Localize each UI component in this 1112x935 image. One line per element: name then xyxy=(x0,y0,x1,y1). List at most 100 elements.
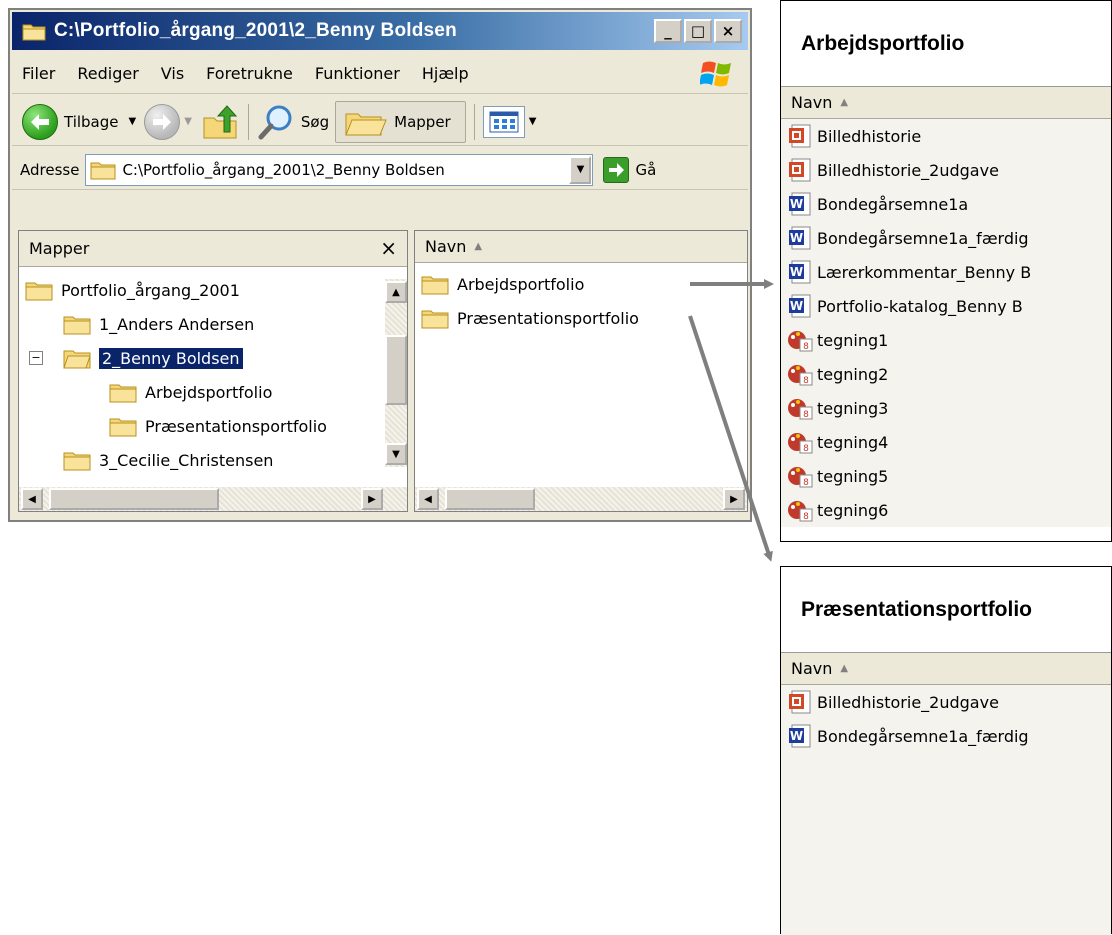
list-item-label: Billedhistorie xyxy=(817,126,922,146)
folders-toggle[interactable]: Mapper xyxy=(335,100,466,143)
list-item[interactable]: W Lærerkommentar_Benny B xyxy=(781,255,1111,289)
address-dropdown-icon[interactable]: ▼ xyxy=(569,155,592,184)
title-bar[interactable]: C:\Portfolio_årgang_2001\2_Benny Boldsen… xyxy=(12,12,748,50)
window-title: C:\Portfolio_årgang_2001\2_Benny Boldsen xyxy=(54,20,457,41)
tree-item[interactable]: 3_Cecilie_Christensen xyxy=(63,445,273,475)
tree-item[interactable]: Portfolio_årgang_2001 xyxy=(25,275,240,305)
file-list: Billedhistorie_2udgave W Bondegårsemne1a_f… xyxy=(781,685,1111,935)
toolbar-separator xyxy=(247,103,249,140)
panel-title: Arbejdsportfolio xyxy=(781,1,1111,87)
list-item[interactable]: 8 tegning5 xyxy=(781,459,1111,493)
scroll-down-icon[interactable]: ▼ xyxy=(385,443,407,465)
collapse-icon[interactable]: − xyxy=(29,351,43,365)
list-item[interactable]: W Bondegårsemne1a_færdig xyxy=(781,221,1111,255)
svg-text:8: 8 xyxy=(803,342,809,352)
folder-icon xyxy=(25,282,53,301)
views-icon xyxy=(489,111,519,132)
scroll-right-icon[interactable]: ▶ xyxy=(361,488,383,510)
address-bar: Adresse C:\Portfolio_årgang_2001\2_Benny… xyxy=(12,150,748,190)
name-column-header[interactable]: Navn ▲ xyxy=(781,87,1111,119)
folder-icon xyxy=(421,276,449,295)
list-item[interactable]: 8 tegning2 xyxy=(781,357,1111,391)
scroll-right-icon[interactable]: ▶ xyxy=(723,488,745,510)
list-item-label: tegning3 xyxy=(817,398,889,418)
folders-pane: Mapper × Portfolio_årgang_2001 1_Anders … xyxy=(18,230,408,512)
back-arrow-icon[interactable] xyxy=(22,103,58,140)
menu-hjaelp[interactable]: Hjælp xyxy=(422,64,469,83)
menu-filer[interactable]: Filer xyxy=(22,64,55,83)
list-item[interactable]: W Bondegårsemne1a_færdig xyxy=(781,719,1111,753)
back-button[interactable]: Tilbage xyxy=(64,113,119,131)
folder-icon xyxy=(109,418,137,437)
folders-button-label: Mapper xyxy=(394,112,451,131)
close-icon[interactable]: × xyxy=(380,236,397,260)
horizontal-scrollbar[interactable]: ◀ ▶ xyxy=(19,487,407,511)
back-dropdown-icon[interactable]: ▼ xyxy=(129,116,137,127)
go-button[interactable]: Gå xyxy=(635,161,656,179)
scroll-up-icon[interactable]: ▲ xyxy=(385,281,407,303)
word-icon: W xyxy=(787,191,817,217)
menu-vis[interactable]: Vis xyxy=(161,64,184,83)
up-folder-icon[interactable] xyxy=(200,102,240,142)
tree-item-label: Arbejdsportfolio xyxy=(145,382,273,402)
horizontal-scrollbar[interactable]: ◀ ▶ xyxy=(415,487,747,511)
views-button[interactable] xyxy=(482,105,525,138)
windows-logo-icon xyxy=(700,61,731,87)
scroll-left-icon[interactable]: ◀ xyxy=(417,488,439,510)
list-item[interactable]: Billedhistorie_2udgave xyxy=(781,685,1111,719)
scroll-thumb[interactable] xyxy=(385,335,407,405)
list-item[interactable]: Billedhistorie_2udgave xyxy=(781,153,1111,187)
list-item[interactable]: 8 tegning6 xyxy=(781,493,1111,527)
list-item[interactable]: W Bondegårsemne1a xyxy=(781,187,1111,221)
svg-text:W: W xyxy=(790,729,803,743)
address-label: Adresse xyxy=(20,160,80,179)
close-button[interactable]: × xyxy=(714,19,742,43)
list-item-label: tegning4 xyxy=(817,432,889,452)
folder-icon xyxy=(22,24,46,41)
tree-item[interactable]: Arbejdsportfolio xyxy=(109,377,272,407)
folder-tree: Portfolio_årgang_2001 1_Anders Andersen … xyxy=(19,269,375,479)
name-column-header[interactable]: Navn ▲ xyxy=(415,231,747,263)
tree-item-label: 1_Anders Andersen xyxy=(99,314,255,334)
list-item[interactable]: Arbejdsportfolio xyxy=(421,269,584,299)
forward-arrow-icon[interactable] xyxy=(144,103,181,140)
address-input[interactable]: C:\Portfolio_årgang_2001\2_Benny Boldsen… xyxy=(85,153,594,186)
list-item[interactable]: Billedhistorie xyxy=(781,119,1111,153)
column-label: Navn xyxy=(791,93,833,112)
paint-icon: 8 xyxy=(787,463,817,489)
tree-item[interactable]: 2_Benny Boldsen xyxy=(63,343,244,373)
column-label: Navn xyxy=(425,237,467,256)
sort-ascending-icon: ▲ xyxy=(840,97,849,108)
sort-ascending-icon: ▲ xyxy=(840,663,849,674)
go-arrow-icon[interactable] xyxy=(603,156,630,183)
name-column-header[interactable]: Navn ▲ xyxy=(781,653,1111,685)
vertical-scrollbar[interactable]: ▲ ▼ xyxy=(385,279,407,467)
tree-item[interactable]: Præsentationsportfolio xyxy=(109,411,327,441)
list-item-label: Bondegårsemne1a xyxy=(817,194,969,214)
svg-text:W: W xyxy=(790,197,803,211)
folder-icon xyxy=(421,310,449,329)
minimize-button[interactable]: _ xyxy=(654,19,682,43)
menu-foretrukne[interactable]: Foretrukne xyxy=(206,64,293,83)
praesentationsportfolio-panel: Præsentationsportfolio Navn ▲ Billedhist… xyxy=(780,566,1112,935)
views-dropdown-icon[interactable]: ▼ xyxy=(529,116,537,127)
explorer-window: C:\Portfolio_årgang_2001\2_Benny Boldsen… xyxy=(8,8,752,522)
list-item[interactable]: 8 tegning3 xyxy=(781,391,1111,425)
list-item[interactable]: Præsentationsportfolio xyxy=(421,303,639,333)
search-button[interactable]: Søg xyxy=(301,113,329,131)
open-folder-icon xyxy=(63,350,91,369)
tree-item[interactable]: 1_Anders Andersen xyxy=(63,309,254,339)
scroll-left-icon[interactable]: ◀ xyxy=(21,488,43,510)
search-icon[interactable] xyxy=(257,103,295,141)
scroll-thumb[interactable] xyxy=(445,488,535,510)
tree-item-label: 2_Benny Boldsen xyxy=(98,346,244,370)
list-item[interactable]: 8 tegning1 xyxy=(781,323,1111,357)
list-item-label: Billedhistorie_2udgave xyxy=(817,692,999,712)
list-item[interactable]: W Portfolio-katalog_Benny B xyxy=(781,289,1111,323)
menu-funktioner[interactable]: Funktioner xyxy=(315,64,400,83)
menu-rediger[interactable]: Rediger xyxy=(77,64,138,83)
maximize-button[interactable]: □ xyxy=(684,19,712,43)
scroll-thumb[interactable] xyxy=(49,488,219,510)
list-item[interactable]: 8 tegning4 xyxy=(781,425,1111,459)
forward-dropdown-icon[interactable]: ▼ xyxy=(184,116,192,127)
